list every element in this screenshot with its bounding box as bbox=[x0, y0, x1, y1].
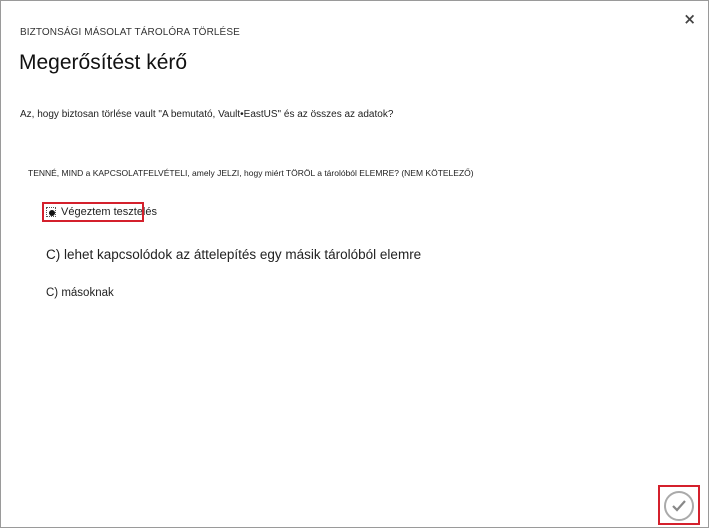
dialog-subtitle: BIZTONSÁGI MÁSOLAT TÁROLÓRA TÖRLÉSE bbox=[20, 27, 240, 38]
highlight-box-option bbox=[42, 202, 144, 222]
delete-vault-dialog: × BIZTONSÁGI MÁSOLAT TÁROLÓRA TÖRLÉSE Me… bbox=[0, 0, 709, 528]
confirmation-question: Az, hogy biztosan törlése vault "A bemut… bbox=[20, 109, 394, 120]
reason-label: TENNÉ, MIND a KAPCSOLATFELVÉTELI, amely … bbox=[28, 168, 474, 178]
option-other[interactable]: C) másoknak bbox=[46, 287, 114, 299]
option-migration[interactable]: C) lehet kapcsolódok az áttelepítés egy … bbox=[46, 247, 421, 262]
close-icon[interactable]: × bbox=[683, 11, 696, 27]
page-title: Megerősítést kérő bbox=[19, 51, 188, 74]
option-label: C) lehet kapcsolódok az áttelepítés egy … bbox=[46, 247, 422, 262]
option-label: C) másoknak bbox=[46, 287, 114, 299]
highlight-box-confirm bbox=[658, 485, 700, 525]
